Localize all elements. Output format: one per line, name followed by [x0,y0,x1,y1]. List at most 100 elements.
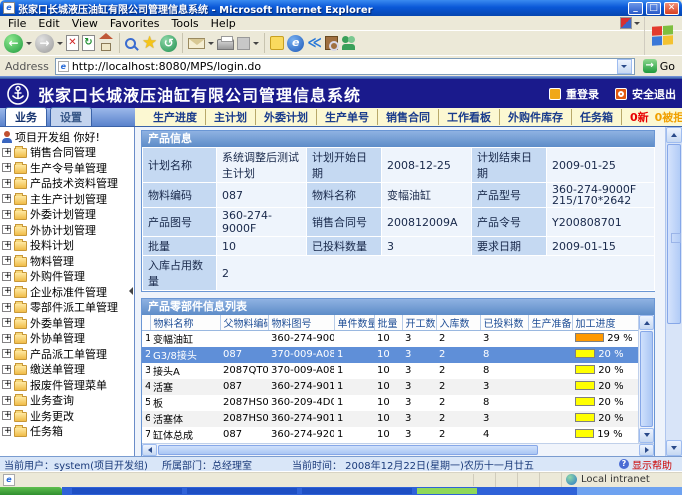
print-button[interactable] [217,39,234,50]
sidebar-item-part-dispatch[interactable]: 零部件派工单管理 [2,300,134,316]
forward-dropdown-icon[interactable] [57,42,63,45]
sidebar-item-tech-data[interactable]: 产品技术资料管理 [2,176,134,192]
scroll-thumb[interactable] [158,445,538,455]
sidebar-item-master-plan[interactable]: 主生产计划管理 [2,191,134,207]
parts-vertical-scrollbar[interactable] [638,315,654,443]
sidebar-item-product-dispatch[interactable]: 产品派工单管理 [2,346,134,362]
table-row[interactable]: 1变幅油缸360-274-9000F10323 29 % [142,331,638,347]
nav-task-box[interactable]: 任务箱 [572,109,622,125]
task-new-badge[interactable]: 0新 [630,109,649,125]
table-row[interactable]: 3接头A2087QT002370-009-A0850110328 20 % [142,363,638,379]
menu-view[interactable]: View [66,17,104,30]
table-row[interactable]: 7缸体总成087360-274-9200F110324 19 % [142,427,638,443]
sidebar-collapse-handle[interactable] [129,287,133,295]
mail-button[interactable] [188,38,205,49]
scroll-up-icon[interactable] [666,127,682,143]
maximize-button[interactable]: □ [646,2,661,15]
edit-dropdown-icon[interactable] [253,42,259,45]
expand-icon[interactable] [2,225,11,234]
history-button[interactable]: ↺ [160,35,177,52]
refresh-button[interactable]: ↻ [82,35,95,51]
stop-button[interactable]: ✕ [66,35,79,51]
scroll-down-icon[interactable] [666,440,682,456]
expand-icon[interactable] [2,163,11,172]
taskbar-buttons[interactable] [62,487,577,495]
nav-production-order[interactable]: 生产单号 [317,109,378,125]
back-dropdown-icon[interactable] [26,42,32,45]
logout-button[interactable]: 安全退出 [615,86,676,102]
scroll-thumb[interactable] [640,331,653,427]
address-dropdown-button[interactable] [617,59,632,74]
close-button[interactable]: ✕ [664,2,679,15]
nav-production-progress[interactable]: 生产进度 [145,109,206,125]
expand-icon[interactable] [2,194,11,203]
menu-file[interactable]: File [2,17,32,30]
menu-tools[interactable]: Tools [166,17,205,30]
menu-favorites[interactable]: Favorites [104,17,166,30]
edit-button[interactable] [237,37,250,50]
parts-horizontal-scrollbar[interactable] [142,443,654,456]
expand-icon[interactable] [2,334,11,343]
expand-icon[interactable] [2,427,11,436]
minimize-button[interactable]: _ [628,2,643,15]
table-row[interactable]: 5板2087HS002360-209-4D010110328 20 % [142,395,638,411]
forward-button[interactable]: → [35,34,54,53]
nav-purchased-stock[interactable]: 外购件库存 [500,109,572,125]
relogin-button[interactable]: 重登录 [549,86,599,102]
expand-icon[interactable] [2,349,11,358]
sidebar-item-coop-plan[interactable]: 外协计划管理 [2,222,134,238]
expand-icon[interactable] [2,380,11,389]
menu-help[interactable]: Help [205,17,242,30]
sidebar-item-sales-contract[interactable]: 销售合同管理 [2,145,134,161]
go-button[interactable]: → Go [639,59,679,73]
home-button[interactable] [98,38,114,51]
table-row[interactable]: 4活塞087360-274-9010F110323 20 % [142,379,638,395]
expand-icon[interactable] [2,241,11,250]
mail-dropdown-icon[interactable] [208,42,214,45]
sidebar-item-outsource-plan[interactable]: 外委计划管理 [2,207,134,223]
back-button[interactable]: ← [4,34,23,53]
expand-icon[interactable] [2,272,11,281]
expand-icon[interactable] [2,411,11,420]
tab-settings[interactable]: 设置 [50,107,92,126]
sidebar-item-business-query[interactable]: 业务查询 [2,393,134,409]
table-row-selected[interactable]: 2G3/8接头087370-009-A0840110328 20 % [142,347,638,363]
expand-icon[interactable] [2,287,11,296]
scroll-down-icon[interactable] [639,428,654,443]
scroll-right-icon[interactable] [639,444,654,456]
tab-business[interactable]: 业务 [5,107,47,126]
page-vertical-scrollbar[interactable] [665,127,682,456]
expand-icon[interactable] [2,365,11,374]
sidebar-item-task-box[interactable]: 任务箱 [2,424,134,440]
table-row[interactable]: 6活塞体2087HS002360-274-9011W110323 20 % [142,411,638,427]
note-button[interactable] [270,36,284,50]
sidebar-item-delivery-note[interactable]: 缴送单管理 [2,362,134,378]
nav-master-plan[interactable]: 主计划 [206,109,256,125]
expand-icon[interactable] [2,148,11,157]
expand-icon[interactable] [2,318,11,327]
messenger-button[interactable] [341,36,357,50]
browser-addon-button[interactable] [620,17,640,29]
sidebar-item-business-change[interactable]: 业务更改 [2,408,134,424]
nav-outsourcing-plan[interactable]: 外委计划 [256,109,317,125]
expand-icon[interactable] [2,256,11,265]
show-help-link[interactable]: ? 显示帮助 [619,457,672,472]
expand-icon[interactable] [2,210,11,219]
sidebar-item-order-number[interactable]: 生产令号单管理 [2,160,134,176]
expand-icon[interactable] [2,303,11,312]
research-button[interactable] [325,36,338,50]
task-rejected-badge[interactable]: 0被拒绝 [655,109,682,125]
sidebar-item-coop-order[interactable]: 外协单管理 [2,331,134,347]
search-button[interactable] [125,38,136,49]
sidebar-item-purchased-parts[interactable]: 外购件管理 [2,269,134,285]
internet-icon-button[interactable]: e [287,35,304,52]
expand-icon[interactable] [2,396,11,405]
scroll-thumb[interactable] [667,144,681,324]
sidebar-item-scrap-mgmt[interactable]: 报废件管理菜单 [2,377,134,393]
address-input[interactable]: e http://localhost:8080/MPS/login.do [55,58,635,75]
sidebar-item-outsource-order[interactable]: 外委单管理 [2,315,134,331]
nav-sales-contract[interactable]: 销售合同 [378,109,439,125]
sidebar-item-standard-parts[interactable]: 企业标准件管理 [2,284,134,300]
sidebar-item-material-mgmt[interactable]: 物料管理 [2,253,134,269]
download-tool-button[interactable]: ≪ [307,36,322,50]
